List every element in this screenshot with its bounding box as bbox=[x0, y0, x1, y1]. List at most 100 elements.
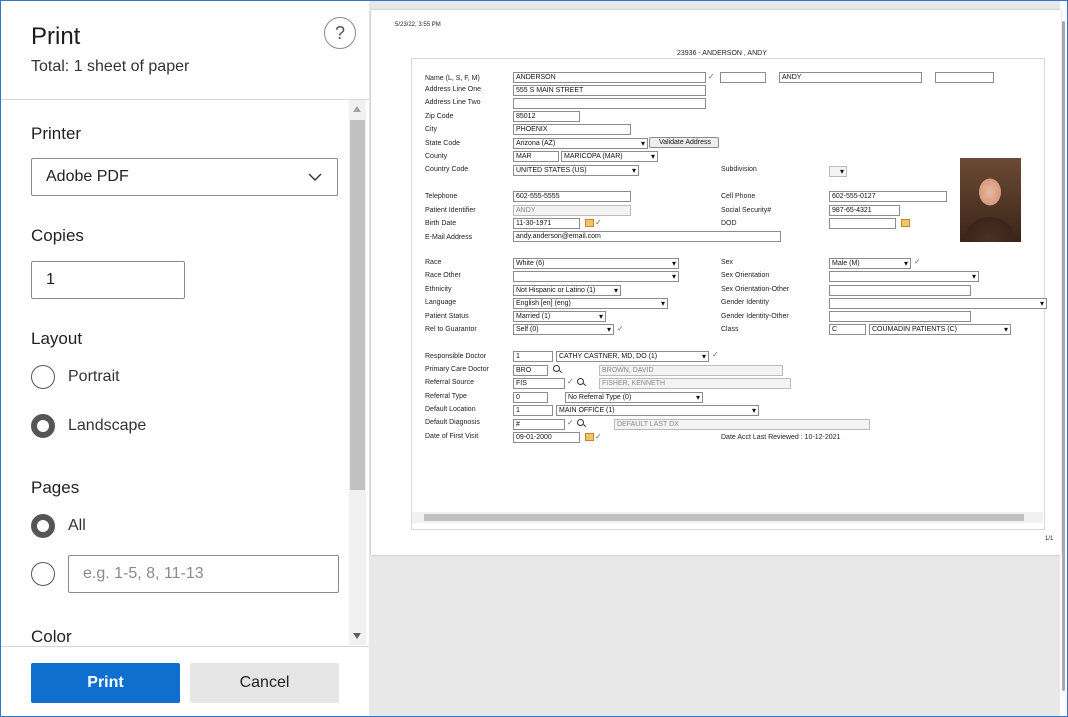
location-code-field[interactable]: 1 bbox=[513, 405, 553, 416]
first-visit-field[interactable]: 09-01-2000 bbox=[513, 432, 580, 443]
cell-field[interactable]: 602-555-0127 bbox=[829, 191, 947, 202]
patient-photo bbox=[960, 158, 1021, 242]
first-name-field[interactable]: ANDY bbox=[779, 72, 922, 83]
scroll-down-arrow-icon[interactable] bbox=[353, 633, 361, 639]
label-race: Race bbox=[425, 259, 442, 266]
label-rel-guarantor: Rel to Guarantor bbox=[425, 326, 477, 333]
pages-custom-radio[interactable] bbox=[31, 562, 55, 586]
check-icon: ✓ bbox=[914, 257, 921, 266]
check-icon: ✓ bbox=[567, 377, 574, 386]
pages-all-radio[interactable] bbox=[31, 514, 55, 538]
race-select[interactable]: White (6) bbox=[513, 258, 679, 269]
print-timestamp: 5/23/22, 3:55 PM bbox=[395, 22, 441, 28]
landscape-radio[interactable] bbox=[31, 414, 55, 438]
page-number: 1/1 bbox=[1045, 536, 1054, 542]
label-default-diagnosis: Default Diagnosis bbox=[425, 419, 480, 426]
state-select[interactable]: Arizona (AZ) bbox=[513, 138, 648, 149]
city-field[interactable]: PHOENIX bbox=[513, 124, 631, 135]
language-select[interactable]: English [en] (eng) bbox=[513, 298, 668, 309]
last-name-field[interactable]: ANDERSON bbox=[513, 72, 706, 83]
label-county: County bbox=[425, 153, 448, 160]
email-field[interactable]: andy.anderson@email.com bbox=[513, 231, 781, 242]
county-select[interactable]: MARICOPA (MAR) bbox=[561, 151, 658, 162]
search-icon[interactable] bbox=[577, 419, 584, 426]
suffix-field[interactable] bbox=[720, 72, 766, 83]
middle-name-field[interactable] bbox=[935, 72, 994, 83]
sex-orientation-other-field[interactable] bbox=[829, 285, 971, 296]
calendar-icon[interactable] bbox=[585, 219, 594, 227]
diagnosis-code-field[interactable]: # bbox=[513, 419, 565, 430]
dod-field[interactable] bbox=[829, 218, 896, 229]
print-dialog: Print Total: 1 sheet of paper ? Printer … bbox=[0, 0, 1068, 717]
gender-identity-select[interactable] bbox=[829, 298, 1047, 309]
addr2-field[interactable] bbox=[513, 98, 706, 109]
preview-scrollbar-thumb[interactable] bbox=[1062, 21, 1065, 691]
settings-scroll-area: Printer Adobe PDF Copies 1 Layout Portra… bbox=[1, 100, 369, 645]
country-select[interactable]: UNITED STATES (US) bbox=[513, 165, 639, 176]
search-icon[interactable] bbox=[553, 365, 560, 372]
addr1-field[interactable]: 555 S MAIN STREET bbox=[513, 85, 706, 96]
patient-id-field[interactable]: ANDY bbox=[513, 205, 631, 216]
referral-source-code-field[interactable]: FIS bbox=[513, 378, 565, 389]
pages-range-input[interactable]: e.g. 1-5, 8, 11-13 bbox=[68, 555, 339, 593]
rel-guarantor-select[interactable]: Self (0) bbox=[513, 324, 614, 335]
birth-date-field[interactable]: 11-30-1971 bbox=[513, 218, 580, 229]
location-select[interactable]: MAIN OFFICE (1) bbox=[556, 405, 759, 416]
color-label: Color bbox=[31, 627, 72, 645]
telephone-field[interactable]: 602-555-5555 bbox=[513, 191, 631, 202]
label-patient-id: Patient Identifier bbox=[425, 207, 476, 214]
resp-doctor-code-field[interactable]: 1 bbox=[513, 351, 553, 362]
help-icon[interactable]: ? bbox=[324, 17, 356, 49]
print-button[interactable]: Print bbox=[31, 663, 180, 703]
resp-doctor-select[interactable]: CATHY CASTNER, MD, DO (1) bbox=[556, 351, 709, 362]
scroll-up-arrow-icon[interactable] bbox=[353, 106, 361, 112]
printer-select[interactable]: Adobe PDF bbox=[31, 158, 338, 196]
sex-orientation-select[interactable] bbox=[829, 271, 979, 282]
pages-label: Pages bbox=[31, 478, 80, 497]
check-icon: ✓ bbox=[617, 324, 624, 333]
scrollbar-thumb[interactable] bbox=[350, 120, 365, 490]
label-gender-identity-other: Gender Identity-Other bbox=[721, 313, 789, 320]
ethnicity-select[interactable]: Not Hispanic or Latino (1) bbox=[513, 285, 621, 296]
label-sex-orientation: Sex Orientation bbox=[721, 272, 770, 279]
copies-input[interactable]: 1 bbox=[31, 261, 185, 299]
sheet-count: Total: 1 sheet of paper bbox=[31, 58, 190, 75]
class-code-field[interactable]: C bbox=[829, 324, 866, 335]
form-horizontal-scrollbar[interactable] bbox=[412, 512, 1043, 523]
portrait-radio[interactable] bbox=[31, 365, 55, 389]
class-select[interactable]: COUMADIN PATIENTS (C) bbox=[869, 324, 1011, 335]
chevron-down-icon bbox=[308, 173, 322, 181]
validate-address-button[interactable]: Validate Address bbox=[649, 137, 719, 148]
cancel-button[interactable]: Cancel bbox=[190, 663, 339, 703]
label-primary-doctor: Primary Care Doctor bbox=[425, 366, 489, 373]
patient-status-select[interactable]: Married (1) bbox=[513, 311, 606, 322]
subdivision-select[interactable] bbox=[829, 166, 847, 177]
calendar-icon[interactable] bbox=[585, 433, 594, 441]
calendar-icon[interactable] bbox=[901, 219, 910, 227]
referral-type-code-field[interactable]: 0 bbox=[513, 392, 548, 403]
label-dod: DOD bbox=[721, 220, 737, 227]
referral-type-select[interactable]: No Referral Type (0) bbox=[565, 392, 703, 403]
primary-doctor-name-field: BROWN, DAVID bbox=[599, 365, 783, 376]
gender-identity-other-field[interactable] bbox=[829, 311, 971, 322]
race-other-select[interactable] bbox=[513, 271, 679, 282]
preview-scrollbar[interactable] bbox=[1060, 1, 1067, 716]
county-code-field[interactable]: MAR bbox=[513, 151, 559, 162]
diagnosis-name-field: DEFAULT LAST DX bbox=[614, 419, 870, 430]
layout-label: Layout bbox=[31, 329, 83, 348]
label-state: State Code bbox=[425, 140, 461, 147]
ssn-field[interactable]: 987-65-4321 bbox=[829, 205, 900, 216]
preview-page: 5/23/22, 3:55 PM 23936 - ANDERSON , ANDY… bbox=[371, 10, 1061, 555]
label-zip: Zip Code bbox=[425, 113, 454, 120]
sex-select[interactable]: Male (M) bbox=[829, 258, 911, 269]
label-class: Class bbox=[721, 326, 739, 333]
settings-scrollbar[interactable] bbox=[349, 100, 366, 645]
referral-source-name-field: FISHER, KENNETH bbox=[599, 378, 791, 389]
portrait-label: Portrait bbox=[68, 368, 120, 385]
horizontal-scrollbar-thumb[interactable] bbox=[424, 514, 1024, 521]
label-patient-status: Patient Status bbox=[425, 313, 469, 320]
primary-doctor-code-field[interactable]: BRO bbox=[513, 365, 548, 376]
zip-field[interactable]: 85012 bbox=[513, 111, 580, 122]
label-first-visit: Date of First Visit bbox=[425, 433, 479, 440]
search-icon[interactable] bbox=[577, 378, 584, 385]
